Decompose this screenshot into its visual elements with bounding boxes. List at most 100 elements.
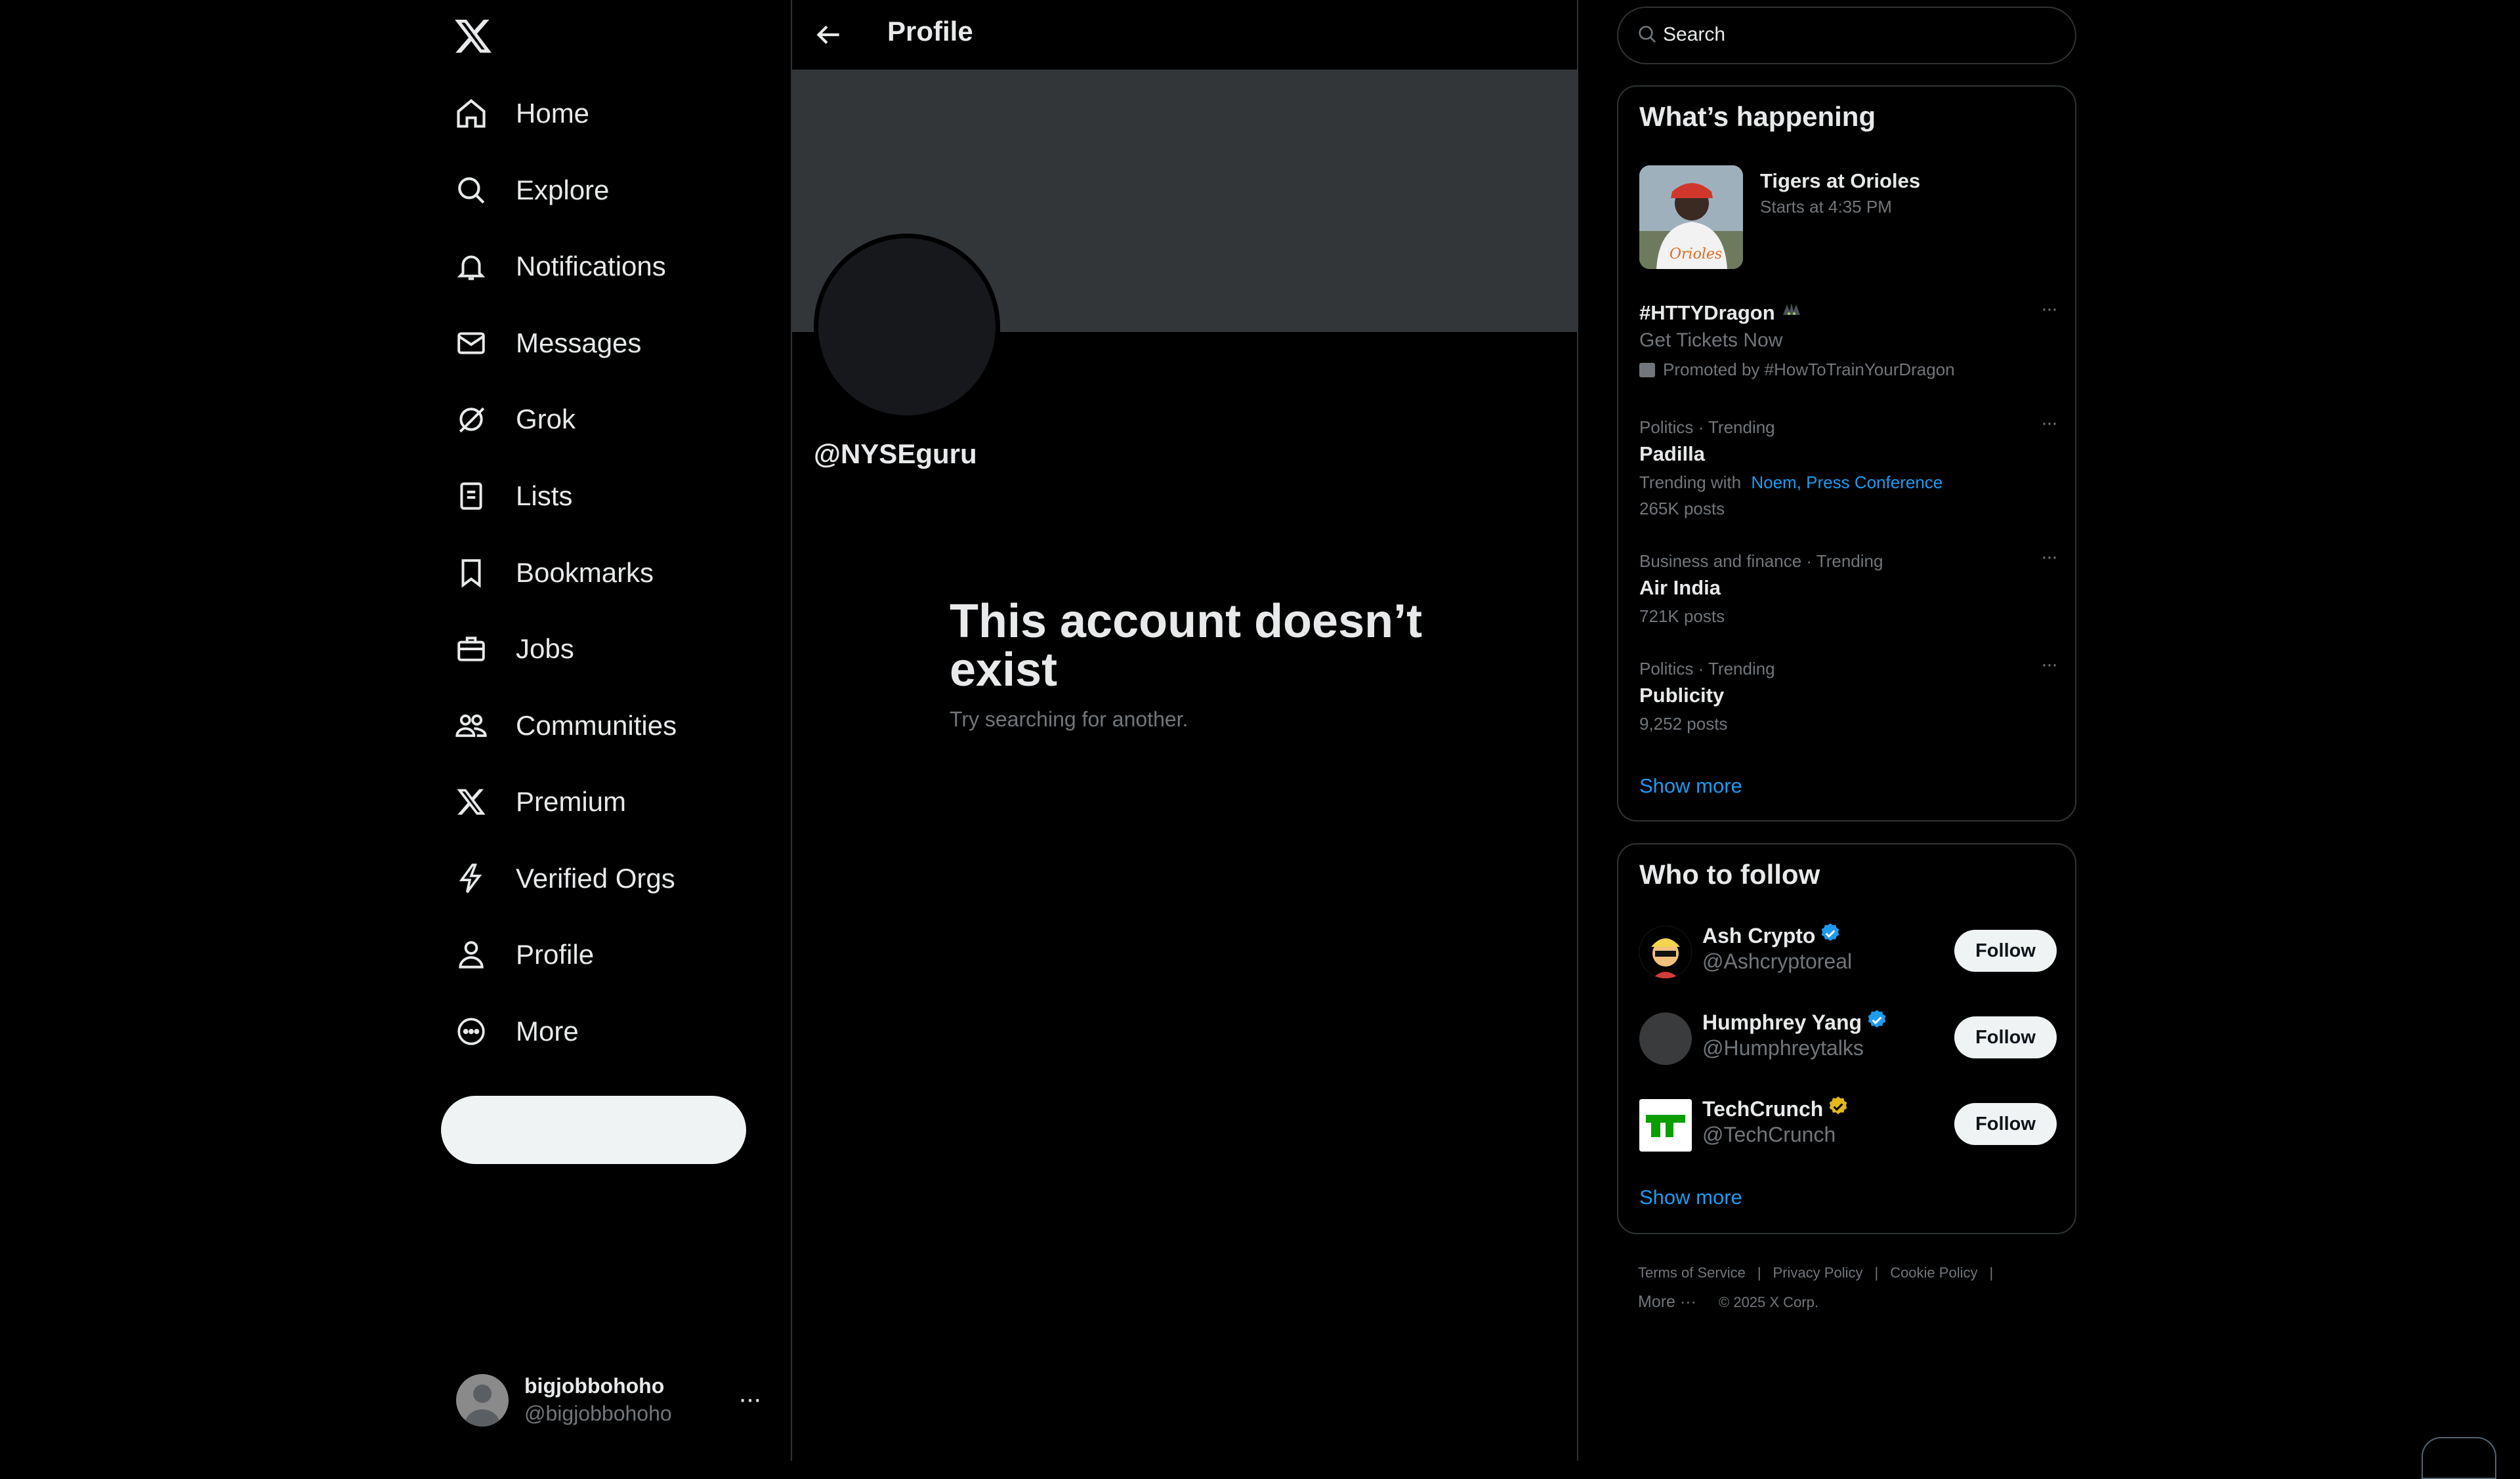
footer-link-terms[interactable]: Terms of Service: [1638, 1264, 1746, 1281]
who-to-follow-panel: Who to follow Ash Crypto @Ashcryptoreal …: [1617, 843, 2076, 1234]
dragon-icon: [1780, 301, 1803, 325]
trend-with-links[interactable]: Noem, Press Conference: [1751, 472, 1942, 492]
account-switcher[interactable]: bigjobbohoho @bigjobbohoho ···: [456, 1365, 771, 1437]
footer-more[interactable]: More ···: [1638, 1293, 1696, 1311]
follow-suggestion[interactable]: TechCrunch @TechCrunch Follow: [1639, 1091, 2057, 1157]
list-icon: [453, 478, 490, 514]
more-circle-icon: [453, 1013, 490, 1050]
more-dots-icon[interactable]: ···: [2041, 546, 2058, 568]
messages-drawer-toggle[interactable]: [2422, 1437, 2496, 1479]
nav-item-label: Jobs: [516, 633, 574, 664]
trend-context: Politics · Trending: [1639, 659, 1775, 678]
more-dots-icon[interactable]: ···: [2041, 412, 2058, 434]
empty-state-subtitle: Try searching for another.: [950, 707, 1188, 731]
whats-happening-panel: What’s happening Orioles Tigers at Oriol…: [1617, 85, 2076, 822]
back-arrow-icon[interactable]: [812, 18, 845, 51]
footer-link-cookie[interactable]: Cookie Policy: [1890, 1264, 1977, 1281]
user-name-row: Ash Crypto: [1702, 922, 1841, 949]
techcrunch-logo: [1639, 1099, 1692, 1152]
nav-item-jobs[interactable]: Jobs: [453, 623, 574, 675]
people-icon: [453, 707, 490, 744]
nav-item-explore[interactable]: Explore: [453, 164, 609, 217]
nav-item-label: Explore: [516, 175, 610, 205]
promo-tag-row: #HTTYDragon: [1639, 301, 1803, 325]
avatar: [1639, 926, 1692, 978]
nav-item-premium[interactable]: Premium: [453, 776, 626, 828]
promo-tag: #HTTYDragon: [1639, 301, 1775, 324]
event-image: Orioles: [1639, 165, 1743, 269]
trend-context: Business and finance · Trending: [1639, 551, 1883, 571]
account-name: bigjobbohoho: [524, 1374, 665, 1398]
trend-with-row: Trending with Noem, Press Conference: [1639, 472, 1942, 493]
nav-item-label: Lists: [516, 480, 573, 511]
bell-icon: [453, 248, 490, 285]
more-dots-icon[interactable]: ···: [2041, 654, 2058, 676]
lightning-icon: [453, 860, 490, 897]
user-handle: @TechCrunch: [1702, 1123, 1836, 1146]
promoted-trend[interactable]: #HTTYDragon Get Tickets Now Promoted by …: [1639, 298, 2058, 392]
x-logo-icon[interactable]: [453, 16, 494, 56]
panel-title: What’s happening: [1639, 101, 1876, 132]
verified-badge-icon: [1862, 1009, 1888, 1036]
user-name: Ash Crypto: [1702, 923, 1816, 948]
user-name: Humphrey Yang: [1702, 1010, 1862, 1034]
more-dots-icon[interactable]: ···: [2041, 298, 2058, 320]
trend-with-prefix: Trending with: [1639, 472, 1742, 492]
nav-item-label: Bookmarks: [516, 557, 654, 588]
avatar: [1639, 1012, 1692, 1065]
nav-item-grok[interactable]: Grok: [453, 393, 576, 446]
trend-posts: 265K posts: [1639, 499, 1725, 518]
show-more-link[interactable]: Show more: [1639, 774, 1742, 798]
search-input[interactable]: Search: [1617, 7, 2076, 64]
follow-suggestion[interactable]: Ash Crypto @Ashcryptoreal Follow: [1639, 918, 2057, 984]
verified-gold-badge-icon: [1823, 1095, 1849, 1123]
nav-item-label: Grok: [516, 404, 576, 434]
follow-button[interactable]: Follow: [1954, 1016, 2057, 1058]
footer-separator: |: [1989, 1264, 1994, 1281]
promo-subtitle: Get Tickets Now: [1639, 329, 1783, 351]
footer-separator: |: [1757, 1264, 1761, 1281]
nav-item-verified-orgs[interactable]: Verified Orgs: [453, 852, 675, 905]
promoted-icon: [1639, 362, 1655, 377]
profile-avatar: [814, 234, 1000, 420]
nav-item-notifications[interactable]: Notifications: [453, 240, 666, 293]
show-more-link[interactable]: Show more: [1639, 1186, 1742, 1209]
trend-posts: 721K posts: [1639, 606, 1725, 626]
footer-link-privacy[interactable]: Privacy Policy: [1773, 1264, 1863, 1281]
trend-context: Politics · Trending: [1639, 417, 1775, 437]
grok-icon: [453, 401, 490, 438]
follow-suggestion[interactable]: Humphrey Yang @Humphreytalks Follow: [1639, 1005, 2057, 1070]
page-title: Profile: [887, 16, 973, 47]
left-navigation: Home Explore Notifications Messages Grok…: [0, 0, 791, 1461]
nav-item-bookmarks[interactable]: Bookmarks: [453, 547, 654, 599]
nav-item-messages[interactable]: Messages: [453, 317, 641, 369]
home-icon: [453, 95, 490, 132]
nav-item-profile[interactable]: Profile: [453, 928, 594, 981]
envelope-icon: [453, 325, 490, 362]
trend-name: Publicity: [1639, 684, 1725, 707]
account-more-icon[interactable]: ···: [738, 1385, 762, 1414]
trend-name: Air India: [1639, 576, 1721, 599]
nav-item-more[interactable]: More: [453, 1005, 579, 1058]
trend-item[interactable]: Politics · Trending Publicity 9,252 post…: [1639, 654, 2058, 744]
nav-item-lists[interactable]: Lists: [453, 470, 572, 522]
trend-item[interactable]: Business and finance · Trending Air Indi…: [1639, 546, 2058, 636]
search-placeholder: Search: [1663, 24, 1726, 45]
event-title: Tigers at Orioles: [1760, 169, 1921, 192]
nav-item-label: Messages: [516, 327, 642, 358]
nav-item-communities[interactable]: Communities: [453, 699, 677, 752]
event-item[interactable]: Orioles Tigers at Orioles Starts at 4:35…: [1639, 165, 2057, 270]
trend-item[interactable]: Politics · Trending Padilla Trending wit…: [1639, 412, 2058, 529]
follow-button[interactable]: Follow: [1954, 1103, 2057, 1145]
promo-by-row: Promoted by #HowToTrainYourDragon: [1639, 360, 1955, 380]
account-handle: @bigjobbohoho: [524, 1402, 672, 1425]
post-button[interactable]: [441, 1096, 746, 1164]
user-handle: @Ashcryptoreal: [1702, 949, 1853, 973]
nav-item-home[interactable]: Home: [453, 87, 589, 140]
user-name: TechCrunch: [1702, 1096, 1824, 1121]
footer-separator: |: [1874, 1264, 1879, 1281]
follow-button[interactable]: Follow: [1954, 930, 2057, 972]
user-name-row: Humphrey Yang: [1702, 1009, 1888, 1036]
svg-text:Orioles: Orioles: [1670, 246, 1722, 262]
user-handle: @Humphreytalks: [1702, 1036, 1864, 1060]
